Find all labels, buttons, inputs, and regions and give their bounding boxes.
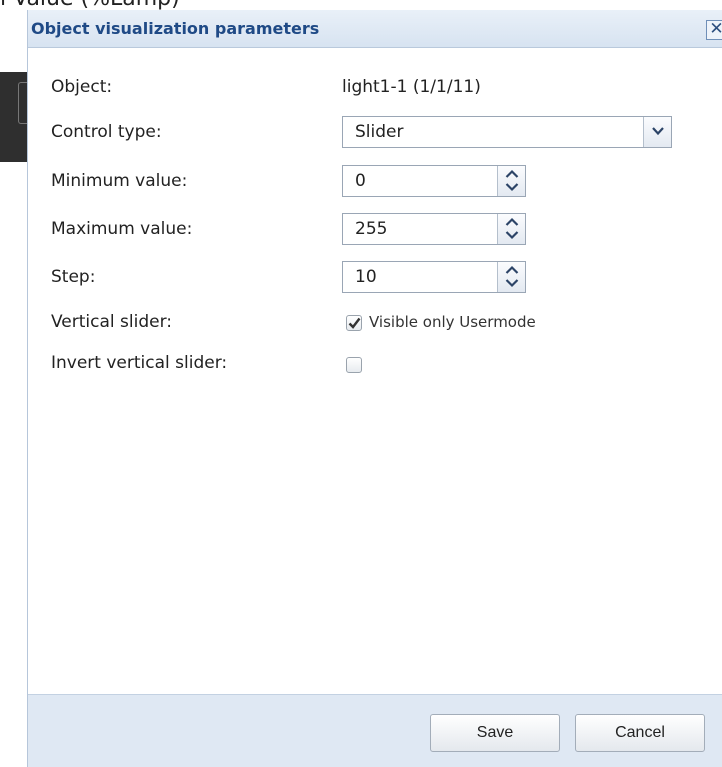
invert-vertical-slider-checkbox[interactable]: [346, 357, 362, 373]
checkmark-icon: [348, 317, 361, 329]
maximum-value-label: Maximum value:: [51, 219, 193, 239]
minimum-value-label: Minimum value:: [51, 171, 188, 191]
step-spinner[interactable]: 10: [342, 261, 526, 293]
dialog-titlebar[interactable]: Object visualization parameters ✕: [28, 10, 722, 48]
spin-down-icon[interactable]: [505, 278, 519, 288]
minimum-value-spin-buttons: [497, 166, 525, 196]
step-input[interactable]: 10: [355, 267, 377, 287]
object-label: Object:: [51, 77, 113, 97]
save-button[interactable]: Save: [430, 714, 560, 752]
dialog-footer: Save Cancel: [28, 694, 722, 767]
control-type-selected-value: Slider: [355, 122, 404, 142]
spin-up-icon[interactable]: [505, 169, 519, 179]
chevron-down-icon: [652, 127, 664, 136]
maximum-value-input[interactable]: 255: [355, 219, 387, 239]
background-dark-panel: [0, 72, 30, 162]
cancel-button[interactable]: Cancel: [575, 714, 705, 752]
close-icon: ✕: [709, 19, 722, 39]
minimum-value-spinner[interactable]: 0: [342, 165, 526, 197]
spin-up-icon[interactable]: [505, 217, 519, 227]
minimum-value-input[interactable]: 0: [355, 171, 366, 191]
object-visualization-dialog: Object visualization parameters ✕ Object…: [27, 10, 722, 767]
background-window-strip: l Value (%Lamp): [0, 0, 722, 10]
background-cut-text: l Value (%Lamp): [0, 0, 180, 10]
maximum-value-spin-buttons: [497, 214, 525, 244]
step-spin-buttons: [497, 262, 525, 292]
vertical-slider-label: Vertical slider:: [51, 312, 173, 332]
close-button[interactable]: ✕: [706, 20, 722, 40]
step-label: Step:: [51, 267, 96, 287]
control-type-label: Control type:: [51, 122, 162, 142]
dialog-title: Object visualization parameters: [31, 19, 320, 38]
control-type-dropdown-button[interactable]: [643, 117, 671, 147]
visible-only-usermode-label[interactable]: Visible only Usermode: [369, 313, 536, 331]
vertical-slider-checkbox[interactable]: [346, 315, 362, 331]
control-type-select[interactable]: Slider: [342, 116, 672, 148]
spin-down-icon[interactable]: [505, 230, 519, 240]
object-value: light1-1 (1/1/11): [342, 77, 481, 97]
invert-vertical-slider-label: Invert vertical slider:: [51, 353, 228, 373]
spin-down-icon[interactable]: [505, 182, 519, 192]
spin-up-icon[interactable]: [505, 265, 519, 275]
maximum-value-spinner[interactable]: 255: [342, 213, 526, 245]
